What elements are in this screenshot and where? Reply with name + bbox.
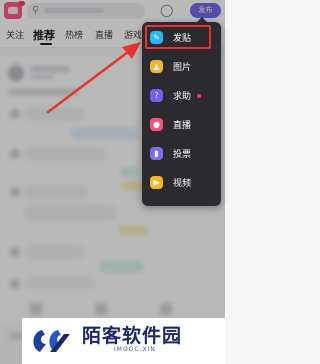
app-screen: ⚲ ◯ 发布 关注 推荐 热榜 直播 游戏 ✎ 发贴 ▲ 图片 ? 求助 ● 直… (0, 0, 225, 364)
menu-item-vote[interactable]: ▮ 投票 (142, 141, 221, 167)
menu-item-label: 图片 (173, 63, 192, 73)
menu-item-help[interactable]: ? 求助 (142, 83, 221, 109)
menu-item-video[interactable]: ▶ 视频 (142, 170, 221, 196)
menu-item-image[interactable]: ▲ 图片 (142, 54, 221, 80)
image-icon: ▲ (150, 60, 163, 73)
video-icon: ▶ (150, 176, 163, 189)
menu-item-live[interactable]: ● 直播 (142, 112, 221, 138)
live-icon: ● (150, 118, 163, 131)
menu-item-label: 求助 (173, 92, 192, 102)
menu-item-label: 视频 (173, 179, 192, 189)
watermark-subtitle: IMOOC.XIN (114, 346, 156, 353)
watermark: 陌客软件园 IMOOC.XIN (22, 318, 225, 364)
watermark-title: 陌客软件园 (82, 325, 183, 347)
vote-icon: ▮ (150, 147, 163, 160)
highlight-frame (145, 25, 211, 49)
question-icon: ? (150, 89, 163, 102)
menu-item-label: 投票 (173, 150, 192, 160)
menu-item-label: 直播 (173, 121, 192, 131)
watermark-logo-icon (33, 330, 70, 352)
publish-menu: ✎ 发贴 ▲ 图片 ? 求助 ● 直播 ▮ 投票 ▶ 视频 (142, 17, 221, 206)
notification-dot (197, 94, 201, 98)
